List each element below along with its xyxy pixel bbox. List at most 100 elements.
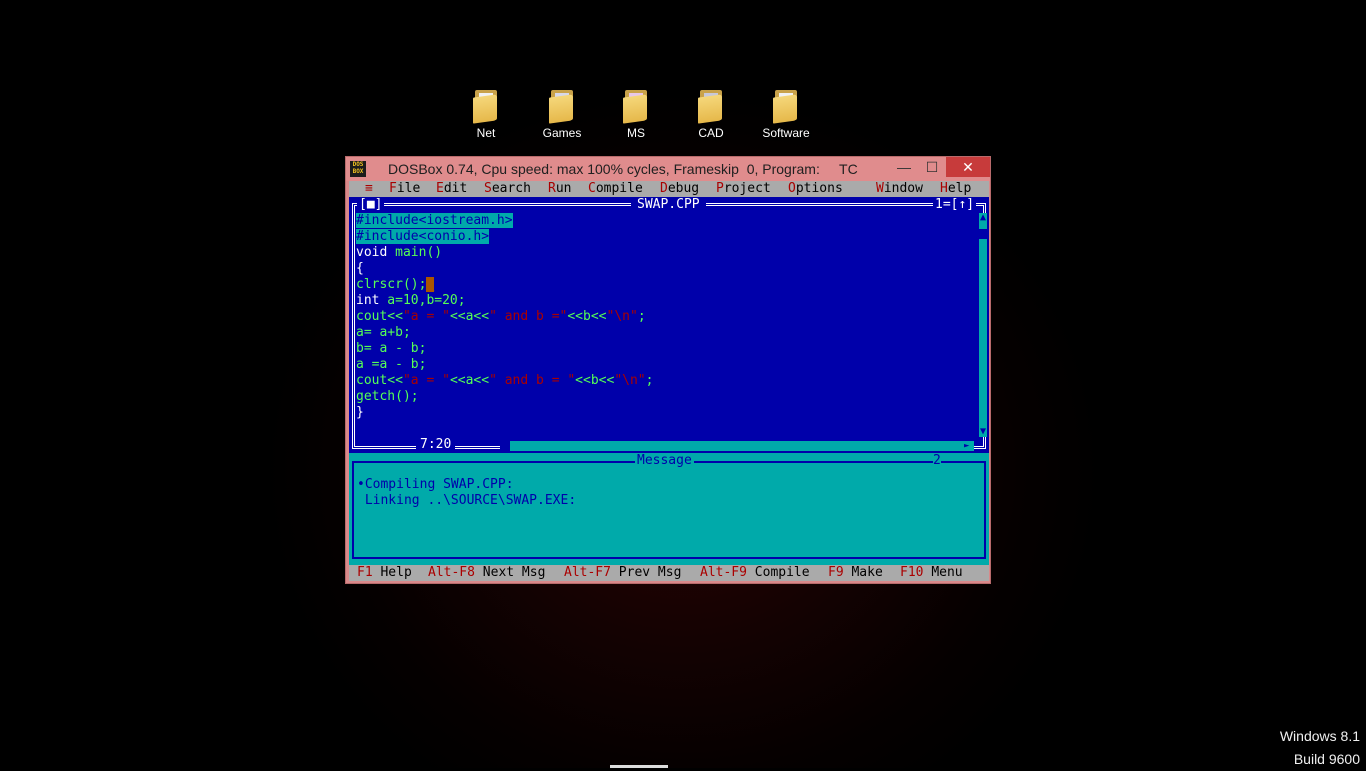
dos-screen: ≡ File Edit Search Run Compile Debug Pro… (349, 181, 989, 581)
menu-run[interactable]: Run (548, 181, 571, 197)
folder-icon (773, 90, 799, 124)
status-key-make[interactable]: F9 Make (828, 565, 883, 581)
scroll-down-icon[interactable]: ▼ (979, 427, 987, 437)
code-token: a=10,b=20; (379, 293, 466, 308)
editor-window-number[interactable]: 1=[↑] (933, 197, 977, 213)
status-key-help[interactable]: F1 Help (357, 565, 412, 581)
code-line[interactable]: int a=10,b=20; (356, 293, 976, 309)
cursor-position: 7:20 (416, 437, 456, 453)
desktop-icon-label: Games (542, 126, 582, 140)
message-window-number: 2 (933, 453, 941, 469)
status-key-compile[interactable]: Alt-F9 Compile (700, 565, 810, 581)
desktop-icon-ms[interactable]: MS (601, 90, 671, 150)
desktop-icon-cad[interactable]: CAD (676, 90, 746, 150)
code-line[interactable]: void main() (356, 245, 976, 261)
menu-debug[interactable]: Debug (660, 181, 699, 197)
code-token: int (356, 293, 380, 308)
code-token: void (356, 245, 388, 260)
code-line[interactable]: a =a - b; (356, 357, 976, 373)
message-title: Message (635, 453, 694, 469)
code-token: main() (387, 245, 443, 260)
code-token: " and b = " (489, 373, 576, 388)
code-token: cout<< (356, 373, 403, 388)
code-token: ; (645, 373, 654, 388)
desktop-icon-label: Software (762, 126, 810, 140)
code-token: getch(); (356, 389, 419, 404)
code-token: cout<< (356, 309, 403, 324)
code-line[interactable]: } (356, 405, 976, 421)
code-line[interactable]: b= a - b; (356, 341, 976, 357)
folder-icon (698, 90, 724, 124)
menu-options[interactable]: Options (788, 181, 843, 197)
code-token: a= a+b; (356, 325, 411, 340)
maximize-button[interactable]: ☐ (918, 157, 946, 177)
code-token: <<b<< (575, 373, 615, 388)
code-token: " and b =" (489, 309, 568, 324)
status-key-next-msg[interactable]: Alt-F8 Next Msg (428, 565, 545, 581)
desktop-icon-net[interactable]: Net (451, 90, 521, 150)
horizontal-scrollbar[interactable]: ► (500, 441, 974, 451)
code-token: "a = " (402, 309, 450, 324)
desktop-icon-label: Net (476, 126, 496, 140)
message-window[interactable]: Message 2 •Compiling SWAP.CPP: Linking .… (349, 453, 989, 565)
code-token: #include<conio.h> (356, 229, 490, 244)
code-token: #include<iostream.h> (356, 213, 513, 228)
code-token: "\n" (614, 373, 646, 388)
code-token: <<b<< (567, 309, 607, 324)
status-key-prev-msg[interactable]: Alt-F7 Prev Msg (564, 565, 681, 581)
code-token: "a = " (402, 373, 450, 388)
message-frame (352, 461, 986, 559)
message-line[interactable]: •Compiling SWAP.CPP: (357, 477, 514, 493)
code-area[interactable]: #include<iostream.h> #include<conio.h> voi… (356, 213, 976, 421)
code-line[interactable]: a= a+b; (356, 325, 976, 341)
scroll-thumb[interactable] (979, 229, 987, 239)
desktop-icon-label: CAD (698, 126, 724, 140)
desktop-icon-label: MS (627, 126, 645, 140)
status-bar: F1 Help Alt-F8 Next Msg Alt-F7 Prev Msg … (349, 565, 989, 581)
desktop-icon-games[interactable]: Games (527, 90, 597, 150)
editor-title: SWAP.CPP (631, 197, 706, 213)
menu-file[interactable]: File (389, 181, 420, 197)
menu-compile[interactable]: Compile (588, 181, 643, 197)
window-title: DOSBox 0.74, Cpu speed: max 100% cycles,… (388, 161, 858, 177)
code-line[interactable]: #include<conio.h> (356, 229, 976, 245)
editor-close-box[interactable]: [■] (357, 197, 385, 213)
menu-window[interactable]: Window (876, 181, 923, 197)
dosbox-icon[interactable]: DOS BOX (350, 161, 366, 177)
code-token: a =a - b; (356, 357, 427, 372)
system-menu[interactable]: ≡ (365, 181, 373, 197)
scroll-right-icon[interactable]: ► (964, 441, 974, 451)
hscroll-thumb[interactable] (500, 441, 510, 451)
code-token: b= a - b; (356, 341, 427, 356)
minimize-button[interactable]: — (890, 157, 918, 177)
code-line[interactable]: #include<iostream.h> (356, 213, 976, 229)
folder-icon (473, 90, 499, 124)
code-token: { (356, 261, 364, 276)
menu-project[interactable]: Project (716, 181, 771, 197)
code-line[interactable]: clrscr();_ (356, 277, 976, 293)
scroll-up-icon[interactable]: ▲ (979, 213, 987, 223)
code-token: } (356, 405, 364, 420)
code-token: clrscr(); (356, 277, 427, 292)
status-key-menu[interactable]: F10 Menu (900, 565, 963, 581)
folder-icon (549, 90, 575, 124)
editor-window[interactable]: [■] SWAP.CPP 1=[↑] #include<iostream.h> #… (349, 197, 989, 453)
dosbox-window: DOS BOX DOSBox 0.74, Cpu speed: max 100%… (345, 156, 991, 584)
code-line[interactable]: getch(); (356, 389, 976, 405)
close-button[interactable]: ✕ (946, 157, 990, 177)
code-token: ; (637, 309, 646, 324)
code-token: <<a<< (449, 373, 490, 388)
menu-edit[interactable]: Edit (436, 181, 467, 197)
menu-search[interactable]: Search (484, 181, 531, 197)
message-line[interactable]: Linking ..\SOURCE\SWAP.EXE: (357, 493, 576, 509)
desktop-icon-software[interactable]: Software (751, 90, 821, 150)
code-line[interactable]: cout<<"a = "<<a<<" and b ="<<b<<"\n"; (356, 309, 976, 325)
title-bar[interactable]: DOS BOX DOSBox 0.74, Cpu speed: max 100%… (346, 157, 990, 181)
code-token: "\n" (606, 309, 638, 324)
code-line[interactable]: { (356, 261, 976, 277)
watermark-version: Windows 8.1 (1279, 728, 1360, 744)
code-line[interactable]: cout<<"a = "<<a<<" and b = "<<b<<"\n"; (356, 373, 976, 389)
vertical-scrollbar[interactable]: ▲ ▼ (979, 213, 987, 437)
folder-icon (623, 90, 649, 124)
menu-help[interactable]: Help (940, 181, 971, 197)
